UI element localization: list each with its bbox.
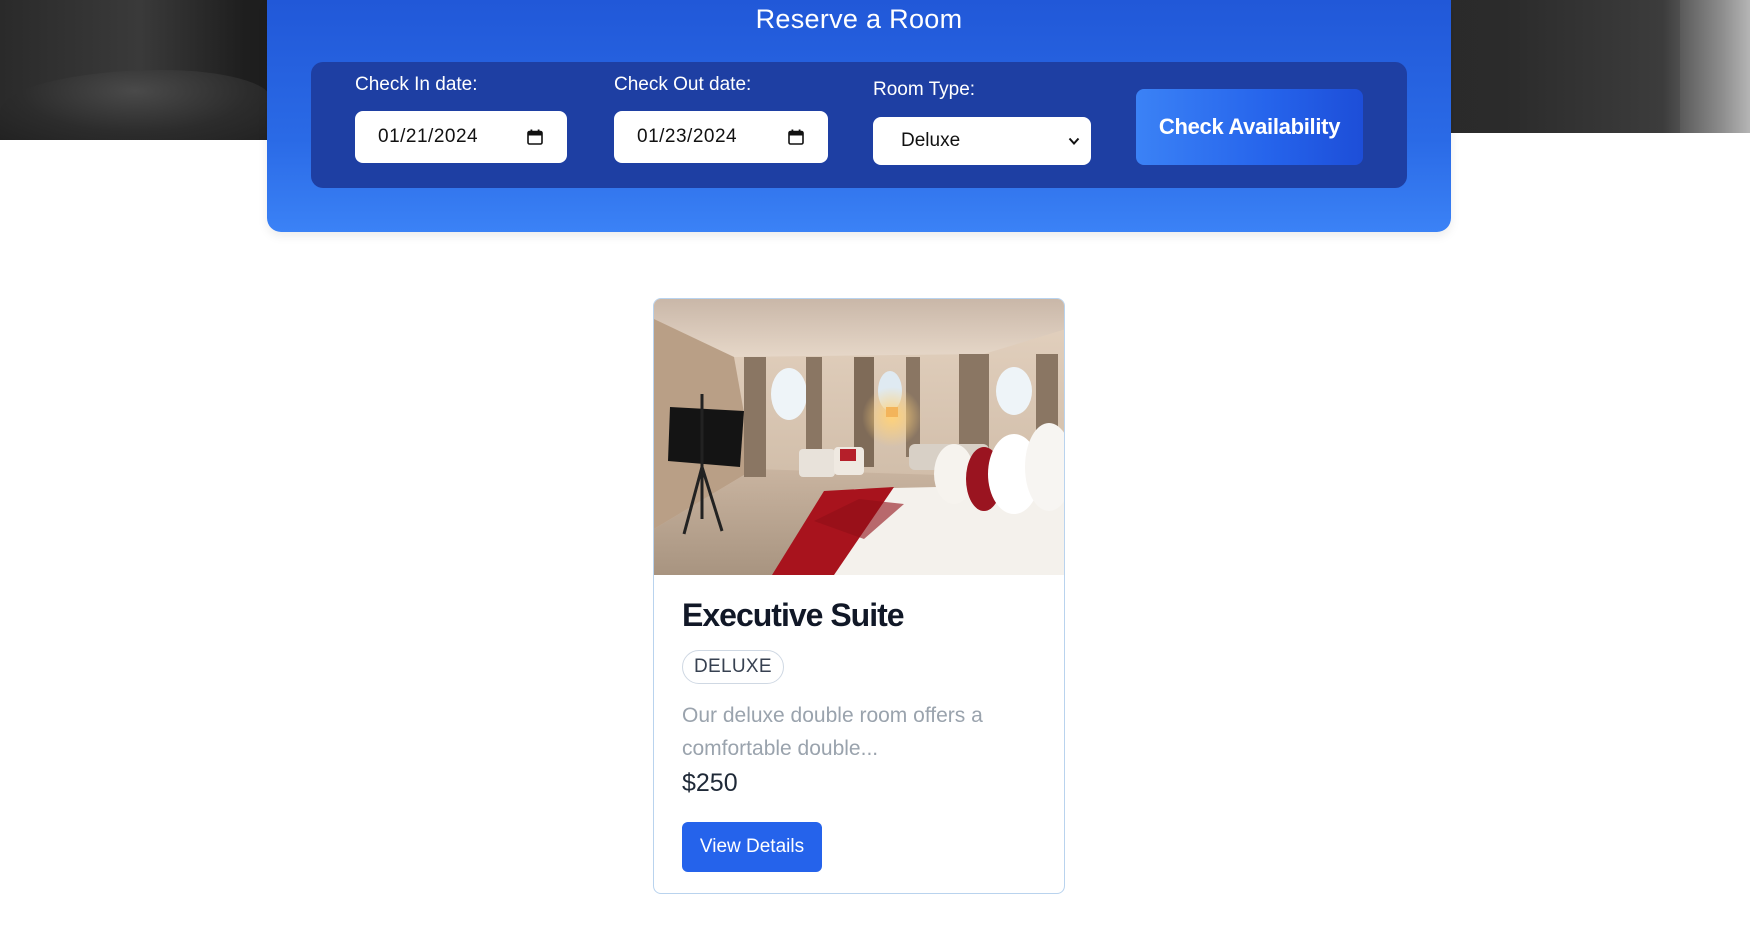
calendar-icon[interactable] xyxy=(527,129,543,145)
check-out-date-input[interactable]: 01/23/2024 xyxy=(614,111,828,163)
room-type-selected-value: Deluxe xyxy=(901,130,961,151)
calendar-icon[interactable] xyxy=(788,129,804,145)
hero-window-shape xyxy=(1680,0,1750,133)
check-availability-button[interactable]: Check Availability xyxy=(1136,89,1363,165)
check-out-label: Check Out date: xyxy=(614,74,752,95)
room-type-label: Room Type: xyxy=(873,79,976,100)
room-photo xyxy=(654,299,1064,575)
hero-pillow-shape xyxy=(0,70,270,140)
view-details-button[interactable]: View Details xyxy=(682,822,822,872)
reservation-form: Check In date: 01/21/2024 Check Out date… xyxy=(311,62,1407,188)
hotel-room-image xyxy=(654,299,1064,575)
chevron-down-icon xyxy=(1068,137,1080,145)
check-in-date-value: 01/21/2024 xyxy=(378,126,479,147)
room-name: Executive Suite xyxy=(682,597,905,633)
reservation-title: Reserve a Room xyxy=(755,4,963,34)
check-out-date-value: 01/23/2024 xyxy=(637,126,738,147)
check-in-label: Check In date: xyxy=(355,74,478,95)
room-price: $250 xyxy=(682,769,738,797)
room-description: Our deluxe double room offers a comforta… xyxy=(682,704,983,760)
room-type-badge-label: DELUXE xyxy=(694,656,772,677)
room-type-badge: DELUXE xyxy=(682,650,784,684)
room-type-select[interactable]: Deluxe xyxy=(873,117,1091,165)
reservation-panel: Reserve a Room Check In date: 01/21/2024… xyxy=(267,0,1451,232)
room-card[interactable]: Executive Suite DELUXE Our deluxe double… xyxy=(653,298,1065,894)
check-in-date-input[interactable]: 01/21/2024 xyxy=(355,111,567,163)
page: Reserve a Room Check In date: 01/21/2024… xyxy=(0,0,1750,936)
